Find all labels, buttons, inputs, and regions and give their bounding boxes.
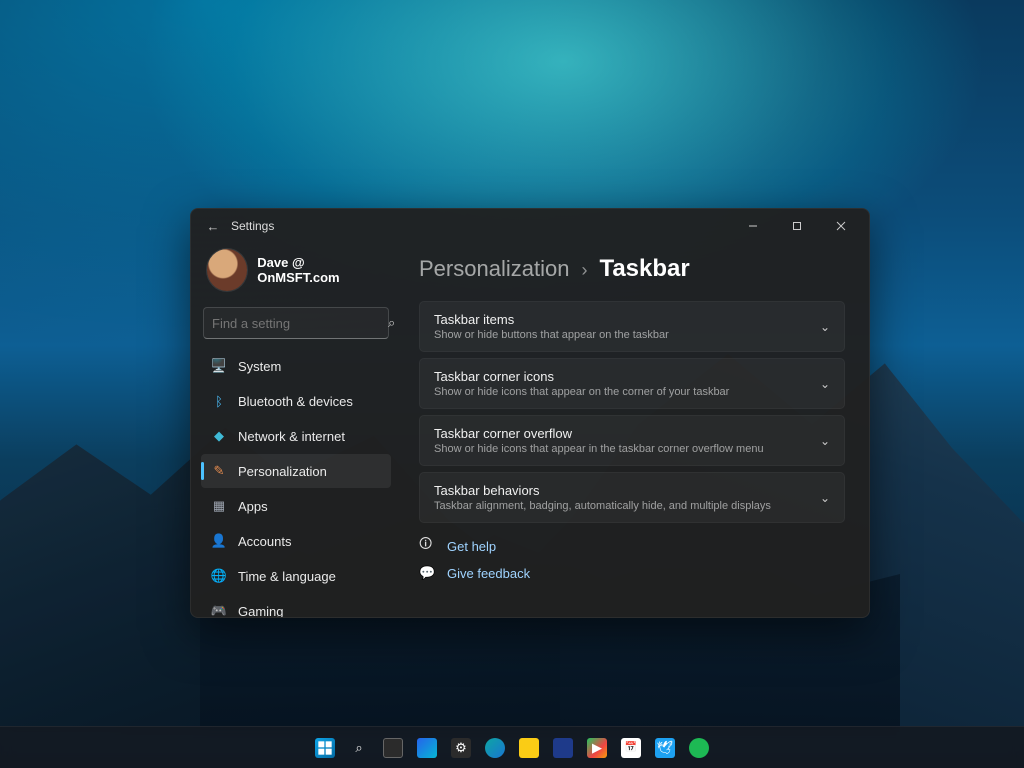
breadcrumb-current: Taskbar [599,255,689,283]
taskbar-taskview-button[interactable] [379,734,407,762]
search-icon: ⌕ [349,738,369,758]
card-desc: Show or hide icons that appear on the co… [434,386,820,398]
taskbar-play-button[interactable]: ▶ [583,734,611,762]
app1-icon [553,738,573,758]
twitter-icon: 🕊 [655,738,675,758]
explorer-icon [519,738,539,758]
profile[interactable]: Dave @ OnMSFT.com [201,243,391,305]
get-help-link[interactable]: 🛈 Get help [419,535,845,557]
give-feedback-label: Give feedback [447,566,530,581]
sidebar-item-label: Time & language [238,569,336,584]
settings-card-taskbar-items[interactable]: Taskbar items Show or hide buttons that a… [419,301,845,352]
accounts-icon: 👤 [211,533,227,549]
sidebar-item-apps[interactable]: ▦ Apps [201,489,391,523]
titlebar[interactable]: ← Settings [191,209,869,243]
sidebar-item-label: Network & internet [238,429,345,444]
taskbar-explorer-button[interactable] [515,734,543,762]
sidebar-item-bluetooth-devices[interactable]: ᛒ Bluetooth & devices [201,384,391,418]
sidebar-item-network-internet[interactable]: ◆ Network & internet [201,419,391,453]
chevron-down-icon: ⌄ [820,491,830,505]
search-box[interactable]: ⌕ [203,307,389,339]
sidebar: Dave @ OnMSFT.com ⌕ 🖥️ System ᛒ Bluetooth &… [191,243,401,617]
card-title: Taskbar corner icons [434,369,820,384]
close-button[interactable] [819,211,863,241]
chevron-down-icon: ⌄ [820,377,830,391]
taskbar-settings-button[interactable]: ⚙ [447,734,475,762]
sidebar-item-gaming[interactable]: 🎮 Gaming [201,594,391,617]
settings-card-taskbar-corner-icons[interactable]: Taskbar corner icons Show or hide icons t… [419,358,845,409]
widgets-icon [417,738,437,758]
taskview-icon [383,738,403,758]
card-title: Taskbar behaviors [434,483,820,498]
settings-window: ← Settings Dave @ OnMSFT.com ⌕ 🖥️ System ᛒ… [190,208,870,618]
sidebar-item-time-language[interactable]: 🌐 Time & language [201,559,391,593]
sidebar-item-accounts[interactable]: 👤 Accounts [201,524,391,558]
card-desc: Show or hide icons that appear in the ta… [434,443,820,455]
sidebar-item-label: Bluetooth & devices [238,394,353,409]
maximize-button[interactable] [775,211,819,241]
settings-card-taskbar-behaviors[interactable]: Taskbar behaviors Taskbar alignment, badg… [419,472,845,523]
sidebar-item-label: System [238,359,281,374]
system-icon: 🖥️ [211,358,227,374]
apps-icon: ▦ [211,498,227,514]
sidebar-item-personalization[interactable]: ✎ Personalization [201,454,391,488]
taskbar-twitter-button[interactable]: 🕊 [651,734,679,762]
taskbar-edge-button[interactable] [481,734,509,762]
avatar [207,249,247,291]
breadcrumb-parent[interactable]: Personalization [419,256,569,282]
sidebar-item-system[interactable]: 🖥️ System [201,349,391,383]
taskbar-widgets-button[interactable] [413,734,441,762]
card-desc: Show or hide buttons that appear on the … [434,329,820,341]
profile-name: Dave @ OnMSFT.com [257,255,385,285]
chevron-down-icon: ⌄ [820,320,830,334]
edge-icon [485,738,505,758]
search-input[interactable] [212,316,388,331]
sidebar-item-label: Apps [238,499,268,514]
give-feedback-link[interactable]: 💬 Give feedback [419,565,845,581]
taskbar-start-button[interactable] [311,734,339,762]
spotify-icon [689,738,709,758]
nav-list: 🖥️ System ᛒ Bluetooth & devices ◆ Network & i… [201,349,391,617]
taskbar: ⌕ ⚙ ▶ 📅 🕊 [0,726,1024,768]
chevron-down-icon: ⌄ [820,434,830,448]
taskbar-spotify-button[interactable] [685,734,713,762]
bluetooth-icon: ᛒ [211,393,227,409]
time-icon: 🌐 [211,568,227,584]
calendar-icon: 📅 [621,738,641,758]
desktop: ← Settings Dave @ OnMSFT.com ⌕ 🖥️ System ᛒ… [0,0,1024,768]
feedback-icon: 💬 [419,565,435,581]
card-title: Taskbar items [434,312,820,327]
search-icon: ⌕ [388,315,395,331]
minimize-button[interactable] [731,211,775,241]
card-title: Taskbar corner overflow [434,426,820,441]
breadcrumb: Personalization › Taskbar [419,255,845,283]
play-icon: ▶ [587,738,607,758]
back-button[interactable]: ← [199,219,227,234]
get-help-label: Get help [447,539,496,554]
network-icon: ◆ [211,428,227,444]
start-icon [315,738,335,758]
window-title: Settings [231,219,274,233]
taskbar-search-button[interactable]: ⌕ [345,734,373,762]
sidebar-item-label: Personalization [238,464,327,479]
sidebar-item-label: Gaming [238,604,284,618]
main-panel: Personalization › Taskbar Taskbar items S… [401,243,869,617]
card-desc: Taskbar alignment, badging, automaticall… [434,500,820,512]
chevron-right-icon: › [581,260,587,281]
settings-card-taskbar-corner-overflow[interactable]: Taskbar corner overflow Show or hide icon… [419,415,845,466]
sidebar-item-label: Accounts [238,534,291,549]
taskbar-calendar-button[interactable]: 📅 [617,734,645,762]
gaming-icon: 🎮 [211,603,227,617]
personalization-icon: ✎ [211,463,227,479]
help-links: 🛈 Get help 💬 Give feedback [419,535,845,581]
help-icon: 🛈 [419,535,435,557]
settings-icon: ⚙ [451,738,471,758]
taskbar-app1-button[interactable] [549,734,577,762]
